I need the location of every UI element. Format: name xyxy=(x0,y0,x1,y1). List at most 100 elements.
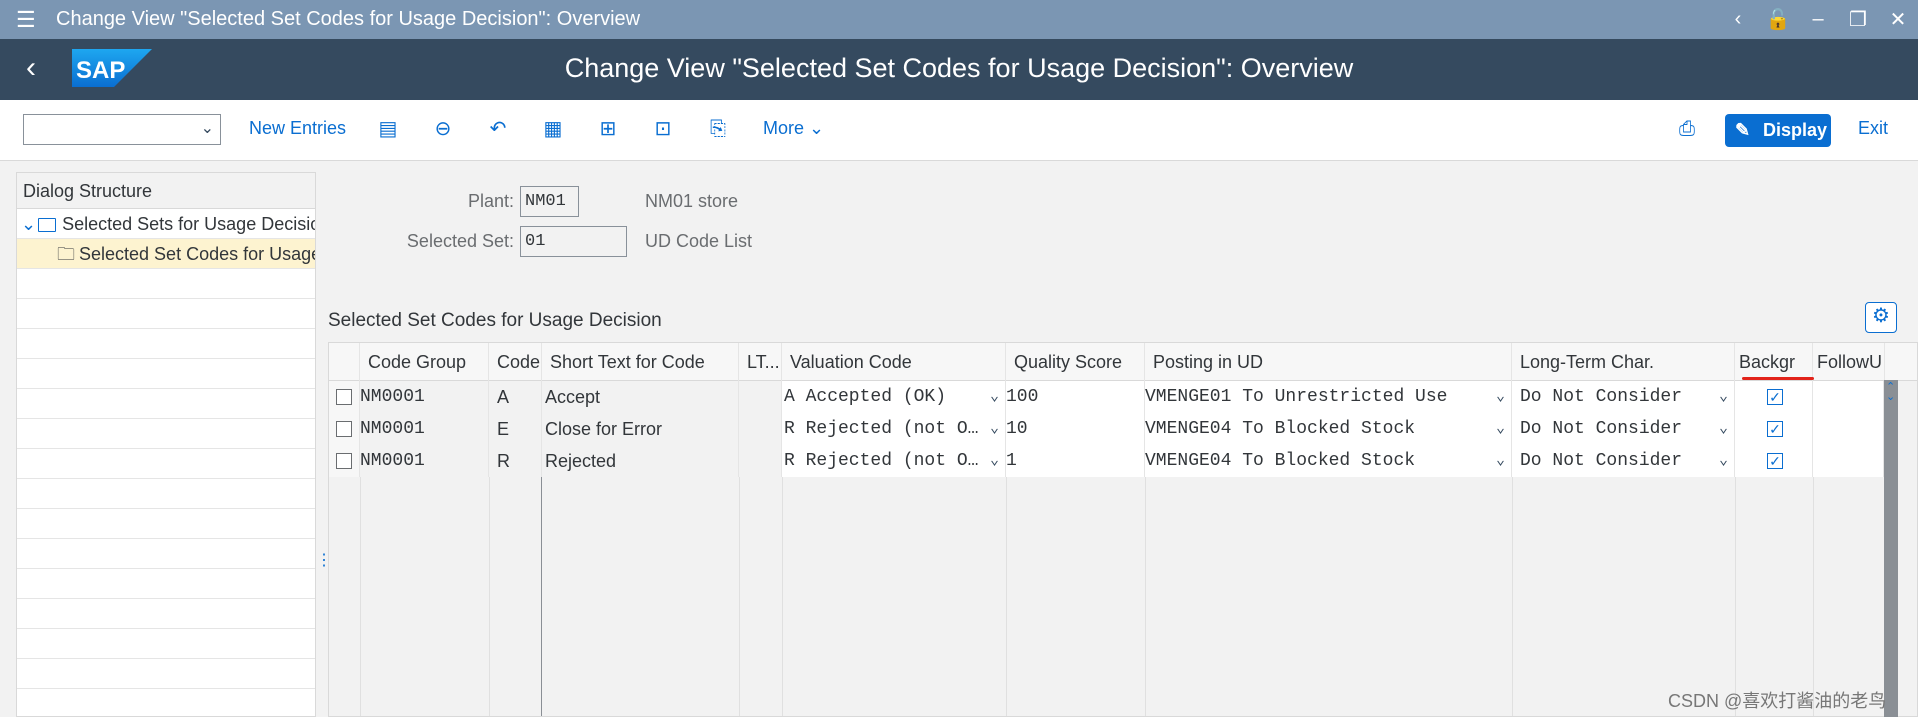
cell-code: R xyxy=(489,445,542,477)
cell-followu[interactable] xyxy=(1813,381,1884,413)
cell-lt xyxy=(739,381,782,413)
tree-item-selected-set-codes[interactable]: 🗀Selected Set Codes for Usage Decision xyxy=(17,239,315,269)
tree-empty-row xyxy=(17,449,315,479)
column-header-lt[interactable]: LT... xyxy=(739,343,782,381)
close-icon[interactable]: ✕ xyxy=(1878,7,1918,32)
valuation-code-dropdown[interactable]: R Rejected (not O… ⌄ xyxy=(782,413,1006,445)
scroll-up-down-icon[interactable]: ⌃ ⌄ xyxy=(1886,382,1895,403)
folder-open-icon: 🗀 xyxy=(57,244,75,264)
row-selector[interactable] xyxy=(329,381,360,413)
restore-icon[interactable]: ❐ xyxy=(1838,7,1878,32)
row-selector[interactable] xyxy=(329,413,360,445)
tree-item-selected-sets[interactable]: ⌄ Selected Sets for Usage Decision xyxy=(17,209,315,239)
table-row[interactable]: NM0001 E Close for Error R Rejected (not… xyxy=(329,413,1884,445)
column-header-valuation-code[interactable]: Valuation Code xyxy=(782,343,1006,381)
deselect-all-icon[interactable]: ⊡ xyxy=(651,117,675,141)
column-header-followu[interactable]: FollowU xyxy=(1813,343,1885,381)
row-checkbox[interactable] xyxy=(336,389,352,405)
chevron-down-icon: ⌄ xyxy=(989,420,999,437)
dialog-structure-header: Dialog Structure xyxy=(17,173,315,209)
dropdown-value: R Rejected (not O… xyxy=(784,419,979,439)
gear-icon: ⚙ xyxy=(1872,305,1890,327)
row-selector[interactable] xyxy=(329,445,360,477)
dropdown-value: R Rejected (not O… xyxy=(784,451,979,471)
minimize-icon[interactable]: – xyxy=(1798,8,1838,31)
selected-set-field[interactable]: 01 xyxy=(520,226,627,257)
display-button[interactable]: ✎ Display xyxy=(1725,114,1831,147)
tree-item-label: Selected Set Codes for Usage Decision xyxy=(79,244,315,264)
print-icon[interactable]: ⎙ xyxy=(1675,117,1699,141)
collapse-left-icon[interactable]: ‹ xyxy=(1718,8,1758,31)
action-select[interactable]: ⌄ xyxy=(23,114,221,145)
dropdown-value: Do Not Consider xyxy=(1520,451,1683,471)
exit-button[interactable]: Exit xyxy=(1858,118,1888,139)
posting-in-ud-dropdown[interactable]: VMENGE04 To Blocked Stock ⌄ xyxy=(1145,413,1512,445)
chevron-down-icon: ⌄ xyxy=(989,452,999,469)
row-checkbox[interactable] xyxy=(336,421,352,437)
selected-set-label: Selected Set: xyxy=(406,231,514,251)
cell-code: A xyxy=(489,381,542,413)
variant-icon[interactable]: ⎘ xyxy=(706,117,730,141)
dropdown-value: Do Not Consider xyxy=(1520,419,1683,439)
quality-score-field[interactable]: 10 xyxy=(1006,413,1145,445)
more-button[interactable]: More ⌄ xyxy=(763,118,824,139)
cell-code-group: NM0001 xyxy=(360,381,489,413)
tree-empty-row xyxy=(17,599,315,629)
tree-empty-row xyxy=(17,479,315,509)
column-header-posting-in-ud[interactable]: Posting in UD xyxy=(1145,343,1512,381)
column-header-backgr[interactable]: Backgr xyxy=(1735,343,1813,381)
column-header-code-group[interactable]: Code Group xyxy=(360,343,489,381)
plant-field[interactable]: NM01 xyxy=(520,186,579,217)
column-header-short-text[interactable]: Short Text for Code xyxy=(542,343,739,381)
cell-lt xyxy=(739,413,782,445)
long-term-char-dropdown[interactable]: Do Not Consider ⌄ xyxy=(1512,445,1735,477)
posting-in-ud-dropdown[interactable]: VMENGE04 To Blocked Stock ⌄ xyxy=(1145,445,1512,477)
tree-empty-row xyxy=(17,539,315,569)
dropdown-value: VMENGE04 To Blocked Stock xyxy=(1145,451,1416,471)
backgr-checkbox[interactable]: ✓ xyxy=(1767,389,1783,405)
valuation-code-dropdown[interactable]: R Rejected (not O… ⌄ xyxy=(782,445,1006,477)
undo-icon[interactable]: ↶ xyxy=(486,117,510,141)
more-label: More xyxy=(763,118,805,138)
select-all-icon[interactable]: ▦ xyxy=(541,117,565,141)
watermark: CSDN @喜欢打酱油的老鸟 xyxy=(1668,691,1887,711)
select-block-icon[interactable]: ⊞ xyxy=(596,117,620,141)
cell-code-group: NM0001 xyxy=(360,445,489,477)
select-column-header[interactable] xyxy=(329,343,360,381)
expand-chevron-icon[interactable]: ⌄ xyxy=(21,214,36,234)
copy-as-icon[interactable]: ▤ xyxy=(376,117,400,141)
column-header-long-term-char[interactable]: Long-Term Char. xyxy=(1512,343,1735,381)
plant-description: NM01 store xyxy=(645,191,739,211)
delete-icon[interactable]: ⊖ xyxy=(431,117,455,141)
new-entries-button[interactable]: New Entries xyxy=(249,118,346,139)
table-settings-button[interactable]: ⚙ xyxy=(1865,302,1897,333)
column-header-quality-score[interactable]: Quality Score xyxy=(1006,343,1145,381)
tree-empty-row xyxy=(17,659,315,689)
table-vertical-scrollbar[interactable] xyxy=(1884,380,1898,717)
posting-in-ud-dropdown[interactable]: VMENGE01 To Unrestricted Use ⌄ xyxy=(1145,381,1512,413)
menu-icon[interactable]: ☰ xyxy=(16,8,46,31)
toolbar: ⌄ New Entries ▤ ⊖ ↶ ▦ ⊞ ⊡ ⎘ More ⌄ ⎙ ✎ D… xyxy=(0,100,1918,161)
long-term-char-dropdown[interactable]: Do Not Consider ⌄ xyxy=(1512,413,1735,445)
valuation-code-dropdown[interactable]: A Accepted (OK) ⌄ xyxy=(782,381,1006,413)
chevron-down-icon: ⌄ xyxy=(1718,452,1728,469)
backgr-checkbox[interactable]: ✓ xyxy=(1767,453,1783,469)
table-row[interactable]: NM0001 A Accept A Accepted (OK) ⌄ 100 VME… xyxy=(329,381,1884,413)
long-term-char-dropdown[interactable]: Do Not Consider ⌄ xyxy=(1512,381,1735,413)
plant-label: Plant: xyxy=(467,191,514,211)
tree-empty-row xyxy=(17,269,315,299)
quality-score-field[interactable]: 100 xyxy=(1006,381,1145,413)
table-row[interactable]: NM0001 R Rejected R Rejected (not O… ⌄ 1 … xyxy=(329,445,1884,477)
codes-table: Code Group Code Short Text for Code LT..… xyxy=(328,342,1918,717)
dropdown-value: VMENGE04 To Blocked Stock xyxy=(1145,419,1416,439)
backgr-checkbox[interactable]: ✓ xyxy=(1767,421,1783,437)
section-title: Selected Set Codes for Usage Decision xyxy=(328,310,662,331)
row-checkbox[interactable] xyxy=(336,453,352,469)
column-header-code[interactable]: Code xyxy=(489,343,542,381)
cell-followu[interactable] xyxy=(1813,445,1884,477)
cell-followu[interactable] xyxy=(1813,413,1884,445)
quality-score-field[interactable]: 1 xyxy=(1006,445,1145,477)
tree-empty-row xyxy=(17,359,315,389)
cell-code-group: NM0001 xyxy=(360,413,489,445)
lock-icon[interactable]: 🔓 xyxy=(1758,7,1798,32)
